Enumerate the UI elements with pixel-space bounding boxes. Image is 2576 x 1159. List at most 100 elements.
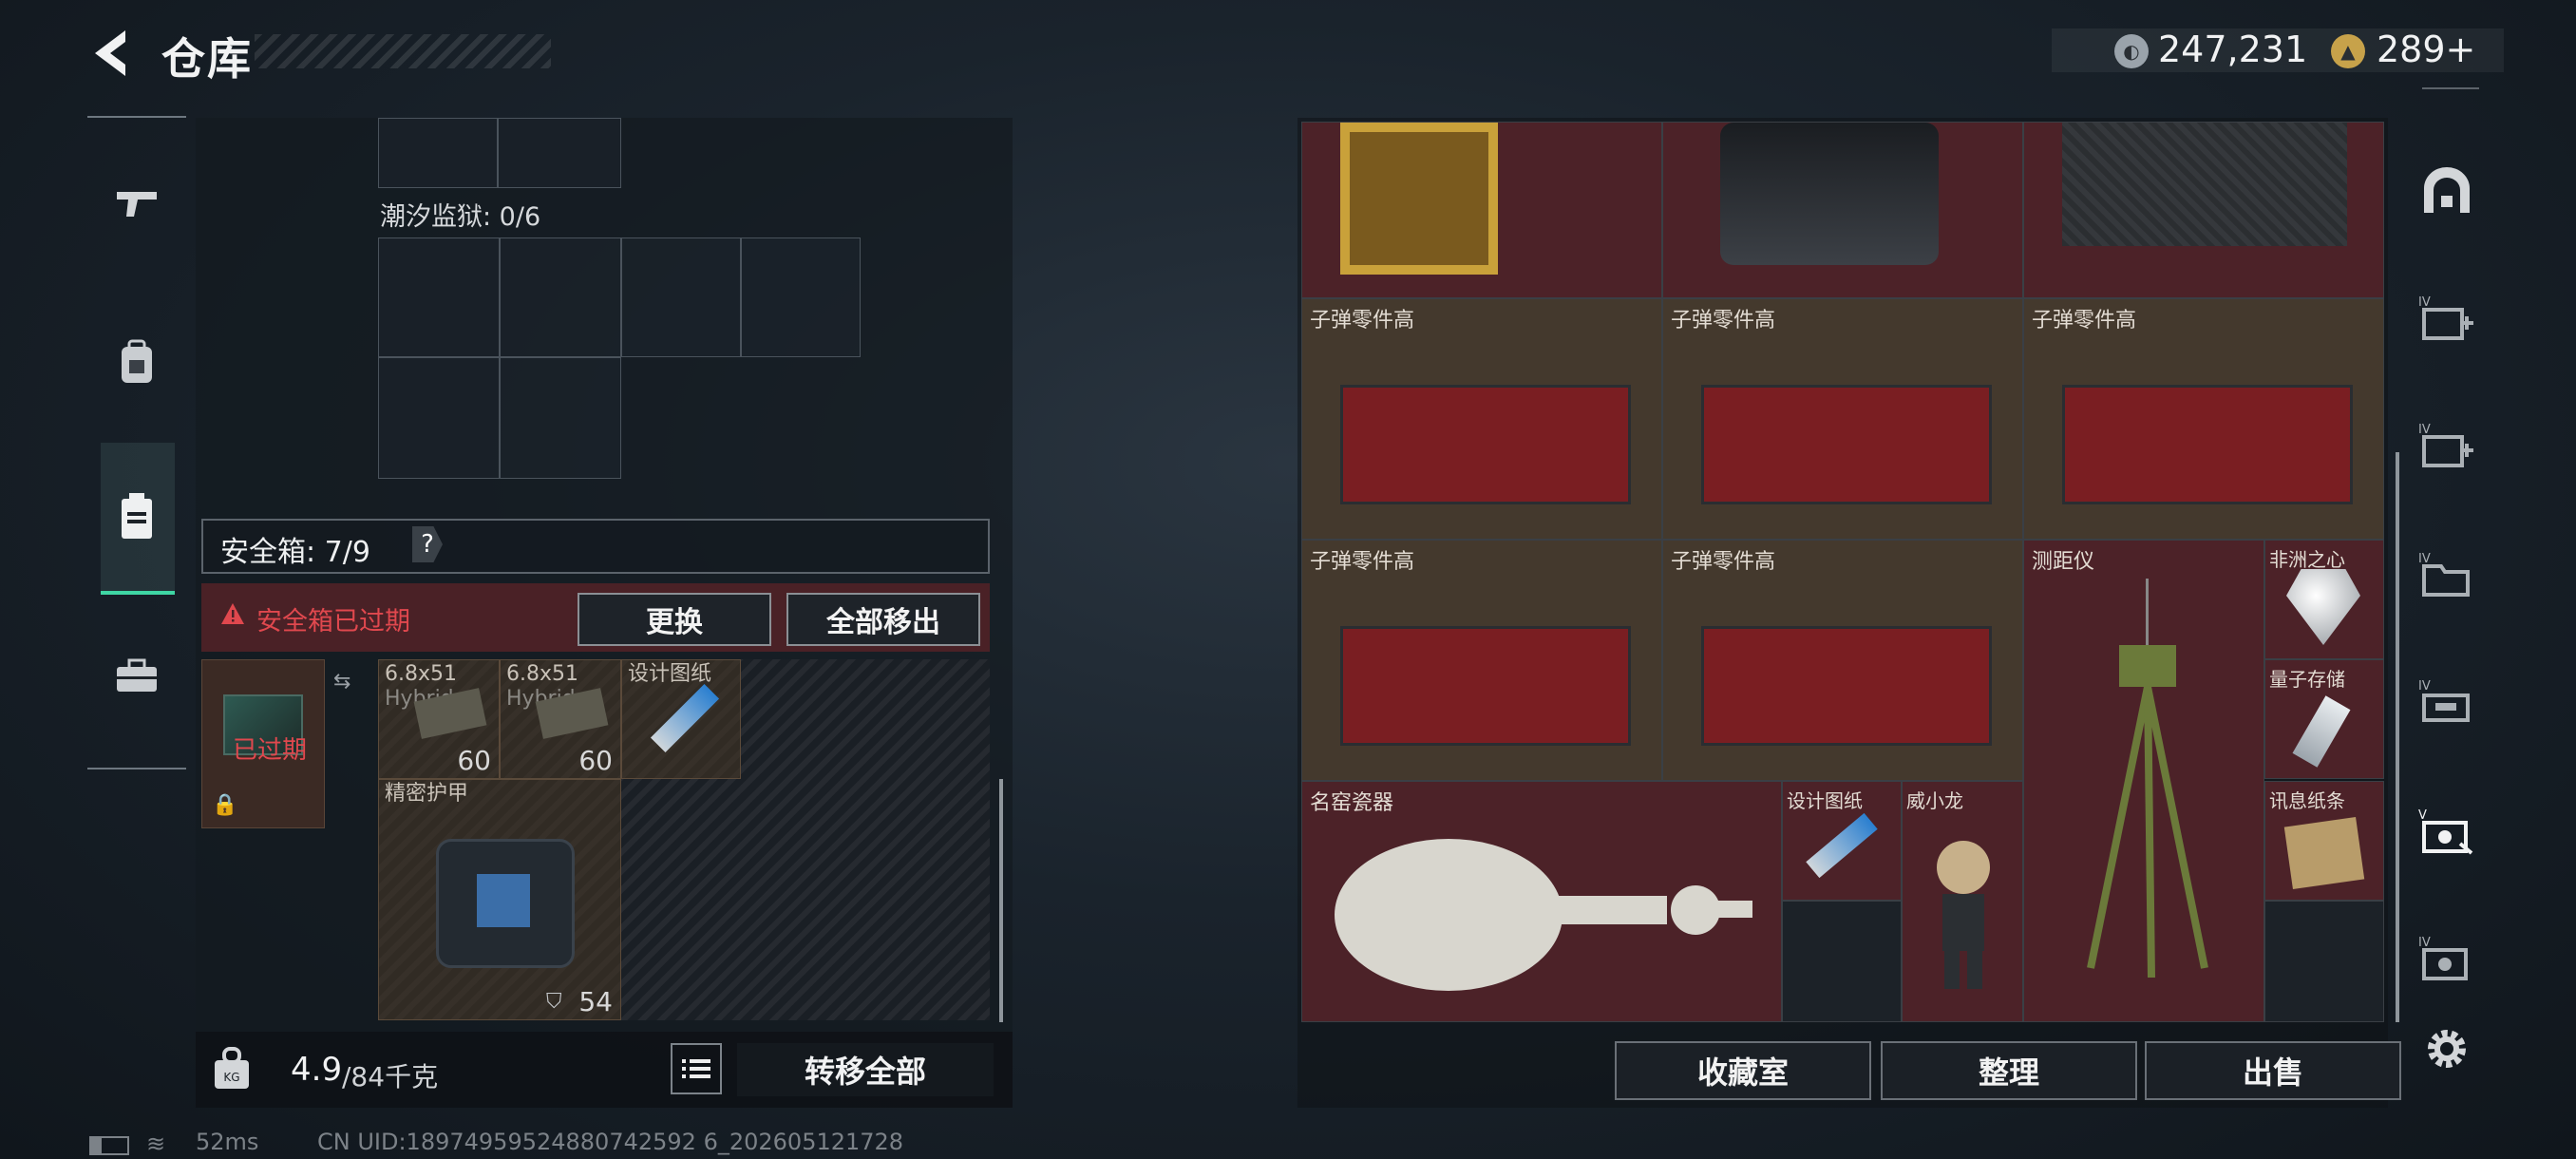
carbon-plate-item[interactable] <box>2023 122 2384 298</box>
svg-text:IV: IV <box>2418 552 2431 566</box>
item-name: 6.8x51 <box>506 662 579 686</box>
page-title: 仓库 <box>161 33 253 85</box>
armor-item[interactable]: 精密护甲 ⛉ 54 <box>378 779 621 1020</box>
grid-slot[interactable] <box>500 357 621 479</box>
ammo-parts-image <box>2062 385 2353 504</box>
safebox-tab-icon[interactable] <box>97 477 177 557</box>
grid-slot[interactable] <box>378 238 500 357</box>
item-count: 60 <box>578 745 613 776</box>
collection-storage-iv-icon[interactable]: IV <box>2418 931 2475 988</box>
grid-slot[interactable] <box>621 238 741 357</box>
rangefinder-item[interactable]: 测距仪 <box>2023 540 2264 1022</box>
back-arrow-icon[interactable] <box>87 27 135 80</box>
blueprint-image <box>650 683 720 753</box>
collection-room-button[interactable]: 收藏室 <box>1615 1041 1871 1100</box>
gem-icon: ▲ <box>2331 34 2365 68</box>
expand-storage-iv-icon[interactable]: IV <box>2418 291 2475 348</box>
currency-premium[interactable]: 289+ <box>2377 28 2475 70</box>
lock-icon: 🔒 <box>212 793 238 817</box>
item-name: 威小龙 <box>1906 789 1963 812</box>
blueprint-item[interactable]: 设计图纸 <box>1782 781 1902 901</box>
message-note-item[interactable]: 讯息纸条 <box>2264 781 2384 901</box>
svg-text:V: V <box>2418 808 2427 823</box>
safebox-case-slot[interactable]: 已过期 ⇆ 🔒 <box>201 659 350 828</box>
mascot-figure-item[interactable]: 威小龙 <box>1902 781 2023 1022</box>
mascot-image <box>1937 841 1990 989</box>
sell-button[interactable]: 出售 <box>2145 1041 2401 1100</box>
weapon-tab-icon[interactable] <box>97 163 177 243</box>
left-scrollbar[interactable] <box>999 779 1003 1022</box>
ammo-parts-item[interactable]: 子弹零件高 <box>2023 298 2384 540</box>
painting-item[interactable] <box>1301 122 1662 298</box>
ammo-item[interactable]: 6.8x51 Hybrid 60 <box>378 659 500 779</box>
empty-slot[interactable] <box>2264 901 2384 1022</box>
case-expired-label: 已过期 <box>233 736 308 765</box>
replace-button[interactable]: 更换 <box>578 593 771 646</box>
ammo-parts-item[interactable]: 子弹零件高 <box>1662 540 2023 781</box>
svg-text:IV: IV <box>2418 679 2431 694</box>
warning-icon <box>220 602 245 625</box>
svg-text:IV: IV <box>2418 423 2431 437</box>
item-durability: 54 <box>578 986 613 1017</box>
item-name: 非洲之心 <box>2269 548 2345 571</box>
porcelain-vase-image <box>1335 839 1752 991</box>
uid-text: CN UID:18974959524880742592 6_2026051217… <box>317 1129 904 1155</box>
rangefinder-image <box>2087 579 2208 978</box>
machine-item[interactable] <box>1662 122 2023 298</box>
weight-value: 4.9 <box>291 1051 343 1089</box>
painting-image <box>1340 123 1498 275</box>
grid-slot[interactable] <box>500 238 621 357</box>
note-image <box>2283 817 2365 889</box>
blueprint-item[interactable]: 设计图纸 <box>621 659 741 779</box>
right-scrollbar[interactable] <box>2396 452 2399 1022</box>
settings-gear-icon[interactable] <box>2418 1020 2475 1077</box>
backpack-tab-icon[interactable] <box>97 323 177 403</box>
expired-message: 安全箱已过期 <box>256 607 410 636</box>
swap-icon[interactable]: ⇆ <box>333 670 350 694</box>
item-name: 子弹零件高 <box>1310 309 1415 332</box>
case-storage-iv-icon[interactable]: IV <box>2418 674 2475 732</box>
wifi-icon: ≋ <box>146 1130 166 1157</box>
armor-image <box>436 839 575 968</box>
transfer-all-button[interactable]: 转移全部 <box>737 1043 994 1096</box>
svg-text:KG: KG <box>223 1071 239 1084</box>
currency-coins: 247,231 <box>2158 28 2308 70</box>
ammo-parts-item[interactable]: 子弹零件高 <box>1662 298 2023 540</box>
item-name: 设计图纸 <box>628 662 712 686</box>
item-name: 子弹零件高 <box>2032 309 2137 332</box>
item-name: 子弹零件高 <box>1671 309 1776 332</box>
weight-capacity: /84千克 <box>342 1061 439 1092</box>
collection-storage-v-icon[interactable]: V <box>2418 804 2475 861</box>
title-decoration <box>255 34 551 68</box>
list-view-icon[interactable] <box>671 1043 722 1094</box>
diamond-image <box>2286 569 2360 645</box>
quantum-storage-item[interactable]: 量子存储 <box>2264 659 2384 779</box>
ammo-parts-item[interactable]: 子弹零件高 <box>1301 298 1662 540</box>
grid-slot[interactable] <box>378 118 498 188</box>
item-count: 60 <box>457 745 491 776</box>
move-all-out-button[interactable]: 全部移出 <box>786 593 980 646</box>
coin-icon: ◐ <box>2114 34 2149 68</box>
grid-slot[interactable] <box>741 238 861 357</box>
usb-image <box>2292 695 2351 768</box>
item-name: 子弹零件高 <box>1310 550 1415 574</box>
expand-storage-iv-icon[interactable]: IV <box>2418 418 2475 475</box>
grid-slot[interactable] <box>378 357 500 479</box>
empty-slot[interactable] <box>1782 901 1902 1022</box>
sort-button[interactable]: 整理 <box>1881 1041 2137 1100</box>
ammo-parts-image <box>1701 385 1992 504</box>
grid-slot[interactable] <box>498 118 621 188</box>
warehouse-home-icon[interactable] <box>2418 163 2475 220</box>
weight-icon: KG <box>211 1047 253 1091</box>
famous-porcelain-item[interactable]: 名窑瓷器 <box>1301 781 1782 1022</box>
item-name: 测距仪 <box>2032 550 2095 574</box>
item-name: 子弹零件高 <box>1671 550 1776 574</box>
folder-storage-iv-icon[interactable]: IV <box>2418 547 2475 604</box>
rail-divider <box>2422 87 2479 89</box>
heart-of-africa-item[interactable]: 非洲之心 <box>2264 540 2384 659</box>
ammo-item[interactable]: 6.8x51 Hybrid 60 <box>500 659 621 779</box>
item-name: 6.8x51 <box>385 662 458 686</box>
toolbox-tab-icon[interactable] <box>97 636 177 716</box>
ammo-parts-image <box>1340 385 1631 504</box>
ammo-parts-item[interactable]: 子弹零件高 <box>1301 540 1662 781</box>
